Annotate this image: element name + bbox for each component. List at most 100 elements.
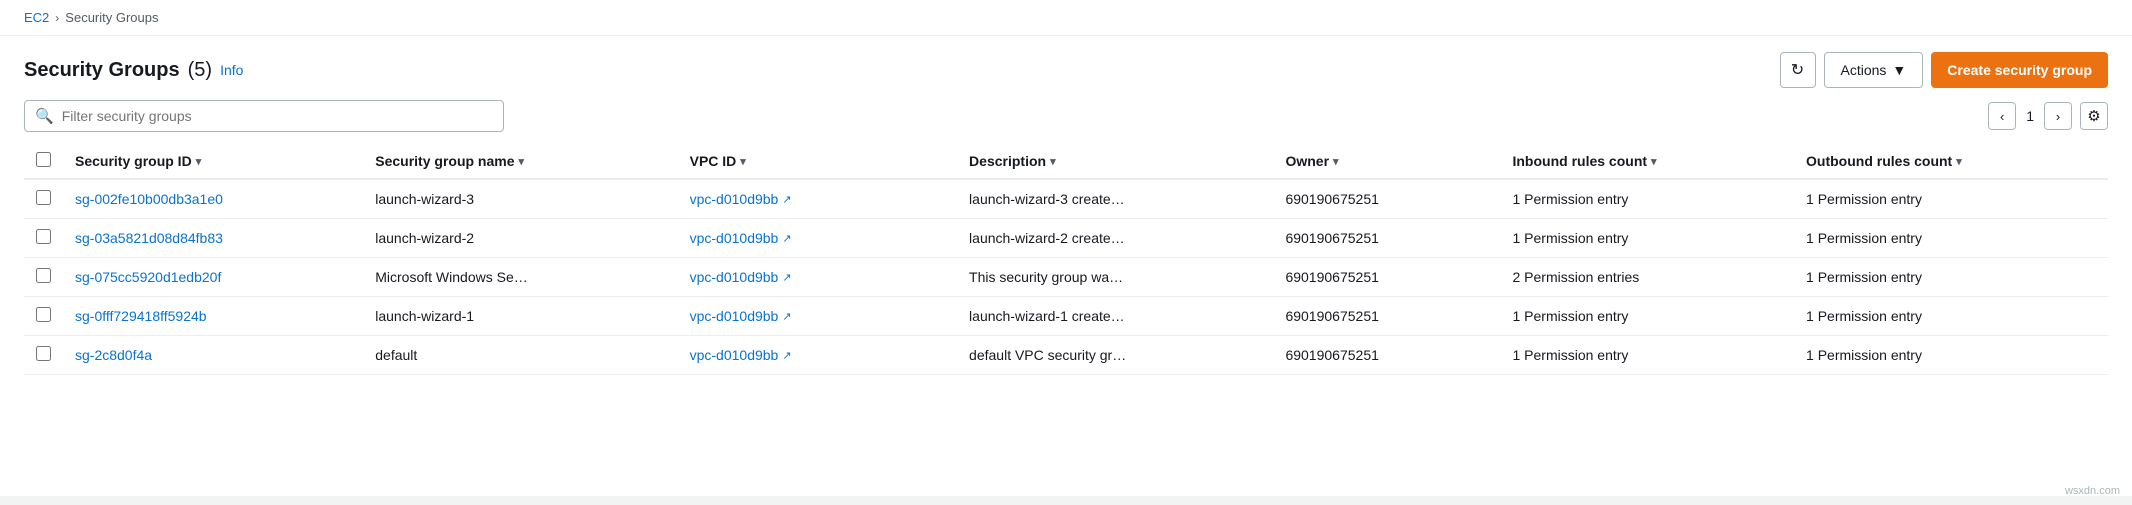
prev-page-button[interactable]: ‹ [1988, 102, 2016, 130]
row-desc-1: launch-wizard-2 create… [957, 219, 1273, 258]
col-header-inbound-label: Inbound rules count [1512, 153, 1647, 169]
row-outbound-2: 1 Permission entry [1794, 258, 2108, 297]
vpc-link-1[interactable]: vpc-d010d9bb ↗ [690, 230, 792, 246]
row-inbound-1: 1 Permission entry [1500, 219, 1794, 258]
breadcrumb: EC2 › Security Groups [0, 0, 2132, 36]
select-all-checkbox[interactable] [36, 152, 51, 167]
row-checkbox-2[interactable] [36, 268, 51, 283]
sg-id-link-1[interactable]: sg-03a5821d08d84fb83 [75, 230, 223, 246]
row-checkbox-1[interactable] [36, 229, 51, 244]
search-icon: 🔍 [35, 107, 54, 125]
row-owner-1: 690190675251 [1273, 219, 1500, 258]
col-header-sgname[interactable]: Security group name ▾ [363, 144, 677, 179]
row-checkbox-cell [24, 258, 63, 297]
sg-id-link-0[interactable]: sg-002fe10b00db3a1e0 [75, 191, 223, 207]
sg-id-link-3[interactable]: sg-0fff729418ff5924b [75, 308, 207, 324]
row-checkbox-cell [24, 179, 63, 219]
row-checkbox-0[interactable] [36, 190, 51, 205]
row-checkbox-4[interactable] [36, 346, 51, 361]
row-desc-2: This security group wa… [957, 258, 1273, 297]
table-row: sg-03a5821d08d84fb83 launch-wizard-2 vpc… [24, 219, 2108, 258]
page-title-group: Security Groups (5) Info [24, 59, 243, 82]
col-header-sgid[interactable]: Security group ID ▾ [63, 144, 363, 179]
sg-id-link-4[interactable]: sg-2c8d0f4a [75, 347, 152, 363]
col-header-owner-label: Owner [1285, 153, 1329, 169]
page-count: (5) [188, 59, 212, 82]
vpc-link-3[interactable]: vpc-d010d9bb ↗ [690, 308, 792, 324]
info-link[interactable]: Info [220, 62, 243, 78]
col-header-outbound[interactable]: Outbound rules count ▾ [1794, 144, 2108, 179]
col-header-sgname-label: Security group name [375, 153, 514, 169]
row-inbound-4: 1 Permission entry [1500, 336, 1794, 375]
sort-icon-sgid: ▾ [196, 155, 202, 168]
row-desc-3: launch-wizard-1 create… [957, 297, 1273, 336]
create-security-group-button[interactable]: Create security group [1931, 52, 2108, 88]
row-vpc-2: vpc-d010d9bb ↗ [678, 258, 957, 297]
row-outbound-1: 1 Permission entry [1794, 219, 2108, 258]
sort-icon-owner: ▾ [1333, 155, 1339, 168]
col-header-owner[interactable]: Owner ▾ [1273, 144, 1500, 179]
row-sgname-1: launch-wizard-2 [363, 219, 677, 258]
external-link-icon-2: ↗ [782, 271, 791, 284]
breadcrumb-separator: › [55, 11, 59, 25]
breadcrumb-ec2[interactable]: EC2 [24, 10, 49, 25]
table-row: sg-2c8d0f4a default vpc-d010d9bb ↗ defau… [24, 336, 2108, 375]
row-vpc-4: vpc-d010d9bb ↗ [678, 336, 957, 375]
sort-icon-sgname: ▾ [519, 155, 525, 168]
row-checkbox-cell [24, 336, 63, 375]
select-all-col [24, 144, 63, 179]
next-page-button[interactable]: › [2044, 102, 2072, 130]
row-checkbox-cell [24, 219, 63, 258]
pagination-row: ‹ 1 › ⚙ [1988, 102, 2108, 130]
sort-icon-outbound: ▾ [1956, 155, 1962, 168]
actions-button[interactable]: Actions ▼ [1824, 52, 1924, 88]
sort-icon-inbound: ▾ [1651, 155, 1657, 168]
col-header-sgid-label: Security group ID [75, 153, 192, 169]
col-header-inbound[interactable]: Inbound rules count ▾ [1500, 144, 1794, 179]
row-owner-2: 690190675251 [1273, 258, 1500, 297]
table-row: sg-0fff729418ff5924b launch-wizard-1 vpc… [24, 297, 2108, 336]
external-link-icon-0: ↗ [782, 193, 791, 206]
row-vpc-3: vpc-d010d9bb ↗ [678, 297, 957, 336]
row-sgid-2: sg-075cc5920d1edb20f [63, 258, 363, 297]
row-owner-4: 690190675251 [1273, 336, 1500, 375]
table-row: sg-002fe10b00db3a1e0 launch-wizard-3 vpc… [24, 179, 2108, 219]
actions-chevron-icon: ▼ [1892, 62, 1906, 78]
row-desc-4: default VPC security gr… [957, 336, 1273, 375]
vpc-link-2[interactable]: vpc-d010d9bb ↗ [690, 269, 792, 285]
col-header-desc-label: Description [969, 153, 1046, 169]
search-input[interactable] [62, 108, 493, 124]
row-sgid-1: sg-03a5821d08d84fb83 [63, 219, 363, 258]
row-inbound-3: 1 Permission entry [1500, 297, 1794, 336]
row-sgid-3: sg-0fff729418ff5924b [63, 297, 363, 336]
sg-id-link-2[interactable]: sg-075cc5920d1edb20f [75, 269, 221, 285]
sort-icon-vpc: ▾ [740, 155, 746, 168]
refresh-button[interactable]: ↻ [1780, 52, 1816, 88]
sort-icon-desc: ▾ [1050, 155, 1056, 168]
row-sgid-0: sg-002fe10b00db3a1e0 [63, 179, 363, 219]
vpc-link-4[interactable]: vpc-d010d9bb ↗ [690, 347, 792, 363]
vpc-link-0[interactable]: vpc-d010d9bb ↗ [690, 191, 792, 207]
external-link-icon-4: ↗ [782, 349, 791, 362]
table-header-row: Security group ID ▾ Security group name … [24, 144, 2108, 179]
table-settings-button[interactable]: ⚙ [2080, 102, 2108, 130]
row-checkbox-3[interactable] [36, 307, 51, 322]
col-header-vpc[interactable]: VPC ID ▾ [678, 144, 957, 179]
row-owner-0: 690190675251 [1273, 179, 1500, 219]
row-sgname-3: launch-wizard-1 [363, 297, 677, 336]
row-sgname-2: Microsoft Windows Se… [363, 258, 677, 297]
search-input-wrapper: 🔍 [24, 100, 504, 132]
main-content: Security Groups (5) Info ↻ Actions ▼ Cre… [0, 36, 2132, 496]
row-owner-3: 690190675251 [1273, 297, 1500, 336]
col-header-desc[interactable]: Description ▾ [957, 144, 1273, 179]
row-sgname-0: launch-wizard-3 [363, 179, 677, 219]
row-sgid-4: sg-2c8d0f4a [63, 336, 363, 375]
row-desc-0: launch-wizard-3 create… [957, 179, 1273, 219]
row-sgname-4: default [363, 336, 677, 375]
row-outbound-4: 1 Permission entry [1794, 336, 2108, 375]
header-actions: ↻ Actions ▼ Create security group [1780, 52, 2109, 88]
page-number: 1 [2020, 108, 2040, 124]
actions-label: Actions [1841, 62, 1887, 78]
external-link-icon-3: ↗ [782, 310, 791, 323]
col-header-vpc-label: VPC ID [690, 153, 737, 169]
